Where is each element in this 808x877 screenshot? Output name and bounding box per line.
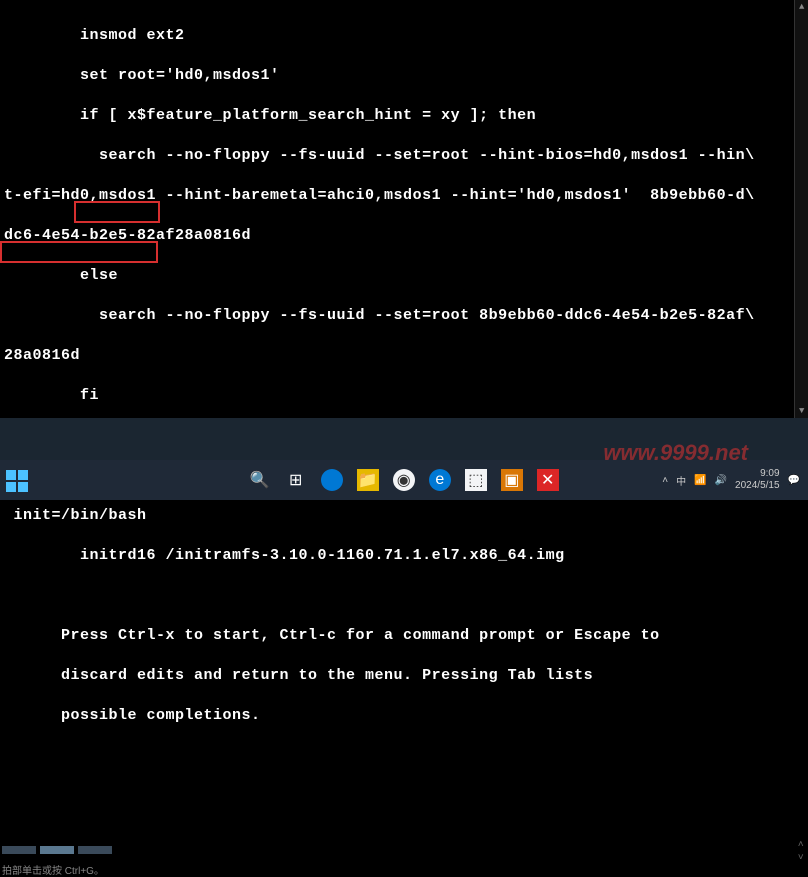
chevron-up-icon[interactable]: ˄: [796, 840, 806, 851]
start-button[interactable]: [6, 470, 28, 492]
chrome-icon[interactable]: ◉: [393, 469, 415, 491]
scroll-down-icon[interactable]: ▼: [795, 404, 808, 418]
code-line: if [ x$feature_platform_search_hint = xy…: [4, 106, 804, 126]
app-icon[interactable]: [321, 469, 343, 491]
input-method-icon[interactable]: 中: [676, 473, 686, 488]
app-icon[interactable]: ✕: [537, 469, 559, 491]
wifi-icon[interactable]: 📶: [694, 475, 706, 486]
vmware-icon[interactable]: ▣: [501, 469, 523, 491]
code-line: insmod ext2: [4, 26, 804, 46]
code-line: set root='hd0,msdos1': [4, 66, 804, 86]
taskbar-icons: 🔍 ⊞ 📁 ◉ e ⬚ ▣ ✕: [249, 469, 559, 491]
clock[interactable]: 9:09 2024/5/15: [735, 468, 780, 492]
scroll-up-icon[interactable]: ▲: [795, 0, 808, 14]
app-icon[interactable]: ⬚: [465, 469, 487, 491]
windows-taskbar: 🔍 ⊞ 📁 ◉ e ⬚ ▣ ✕ ˄ 中 📶 🔊 9:09 2024/5/15 💬: [0, 460, 808, 500]
vm-hint-text: 拍部单击或按 Ctrl+G。: [2, 862, 104, 877]
code-line: search --no-floppy --fs-uuid --set=root …: [4, 146, 804, 166]
help-line: discard edits and return to the menu. Pr…: [4, 666, 804, 686]
help-line: Press Ctrl-x to start, Ctrl-c for a comm…: [4, 626, 804, 646]
vm-tab-active[interactable]: [40, 846, 74, 854]
help-line: possible completions.: [4, 706, 804, 726]
chevron-down-icon[interactable]: ˅: [796, 853, 806, 864]
explorer-icon[interactable]: 📁: [357, 469, 379, 491]
notification-icon[interactable]: 💬: [788, 475, 800, 486]
code-line: initrd16 /initramfs-3.10.0-1160.71.1.el7…: [4, 546, 804, 566]
search-icon[interactable]: 🔍: [249, 469, 271, 491]
volume-icon[interactable]: 🔊: [715, 475, 727, 486]
vm-tabs: [2, 846, 112, 854]
tray-chevron-icon[interactable]: ˄: [662, 475, 668, 486]
edge-icon[interactable]: e: [429, 469, 451, 491]
code-line: search --no-floppy --fs-uuid --set=root …: [4, 306, 804, 326]
vm-tab[interactable]: [78, 846, 112, 854]
vm-tab[interactable]: [2, 846, 36, 854]
scroll-nav: ˄ ˅: [796, 840, 806, 864]
task-view-icon[interactable]: ⊞: [285, 469, 307, 491]
code-line: dc6-4e54-b2e5-82af28a0816d: [4, 226, 804, 246]
code-line: t-efi=hd0,msdos1 --hint-baremetal=ahci0,…: [4, 186, 804, 206]
terminal-scrollbar[interactable]: ▲ ▼: [794, 0, 808, 418]
code-line: init=/bin/bash: [4, 506, 804, 526]
code-line: 28a0816d: [4, 346, 804, 366]
system-tray: ˄ 中 📶 🔊 9:09 2024/5/15 💬: [662, 460, 800, 500]
code-line: fi: [4, 386, 804, 406]
code-line: else: [4, 266, 804, 286]
grub-editor: insmod ext2 set root='hd0,msdos1' if [ x…: [0, 0, 808, 746]
